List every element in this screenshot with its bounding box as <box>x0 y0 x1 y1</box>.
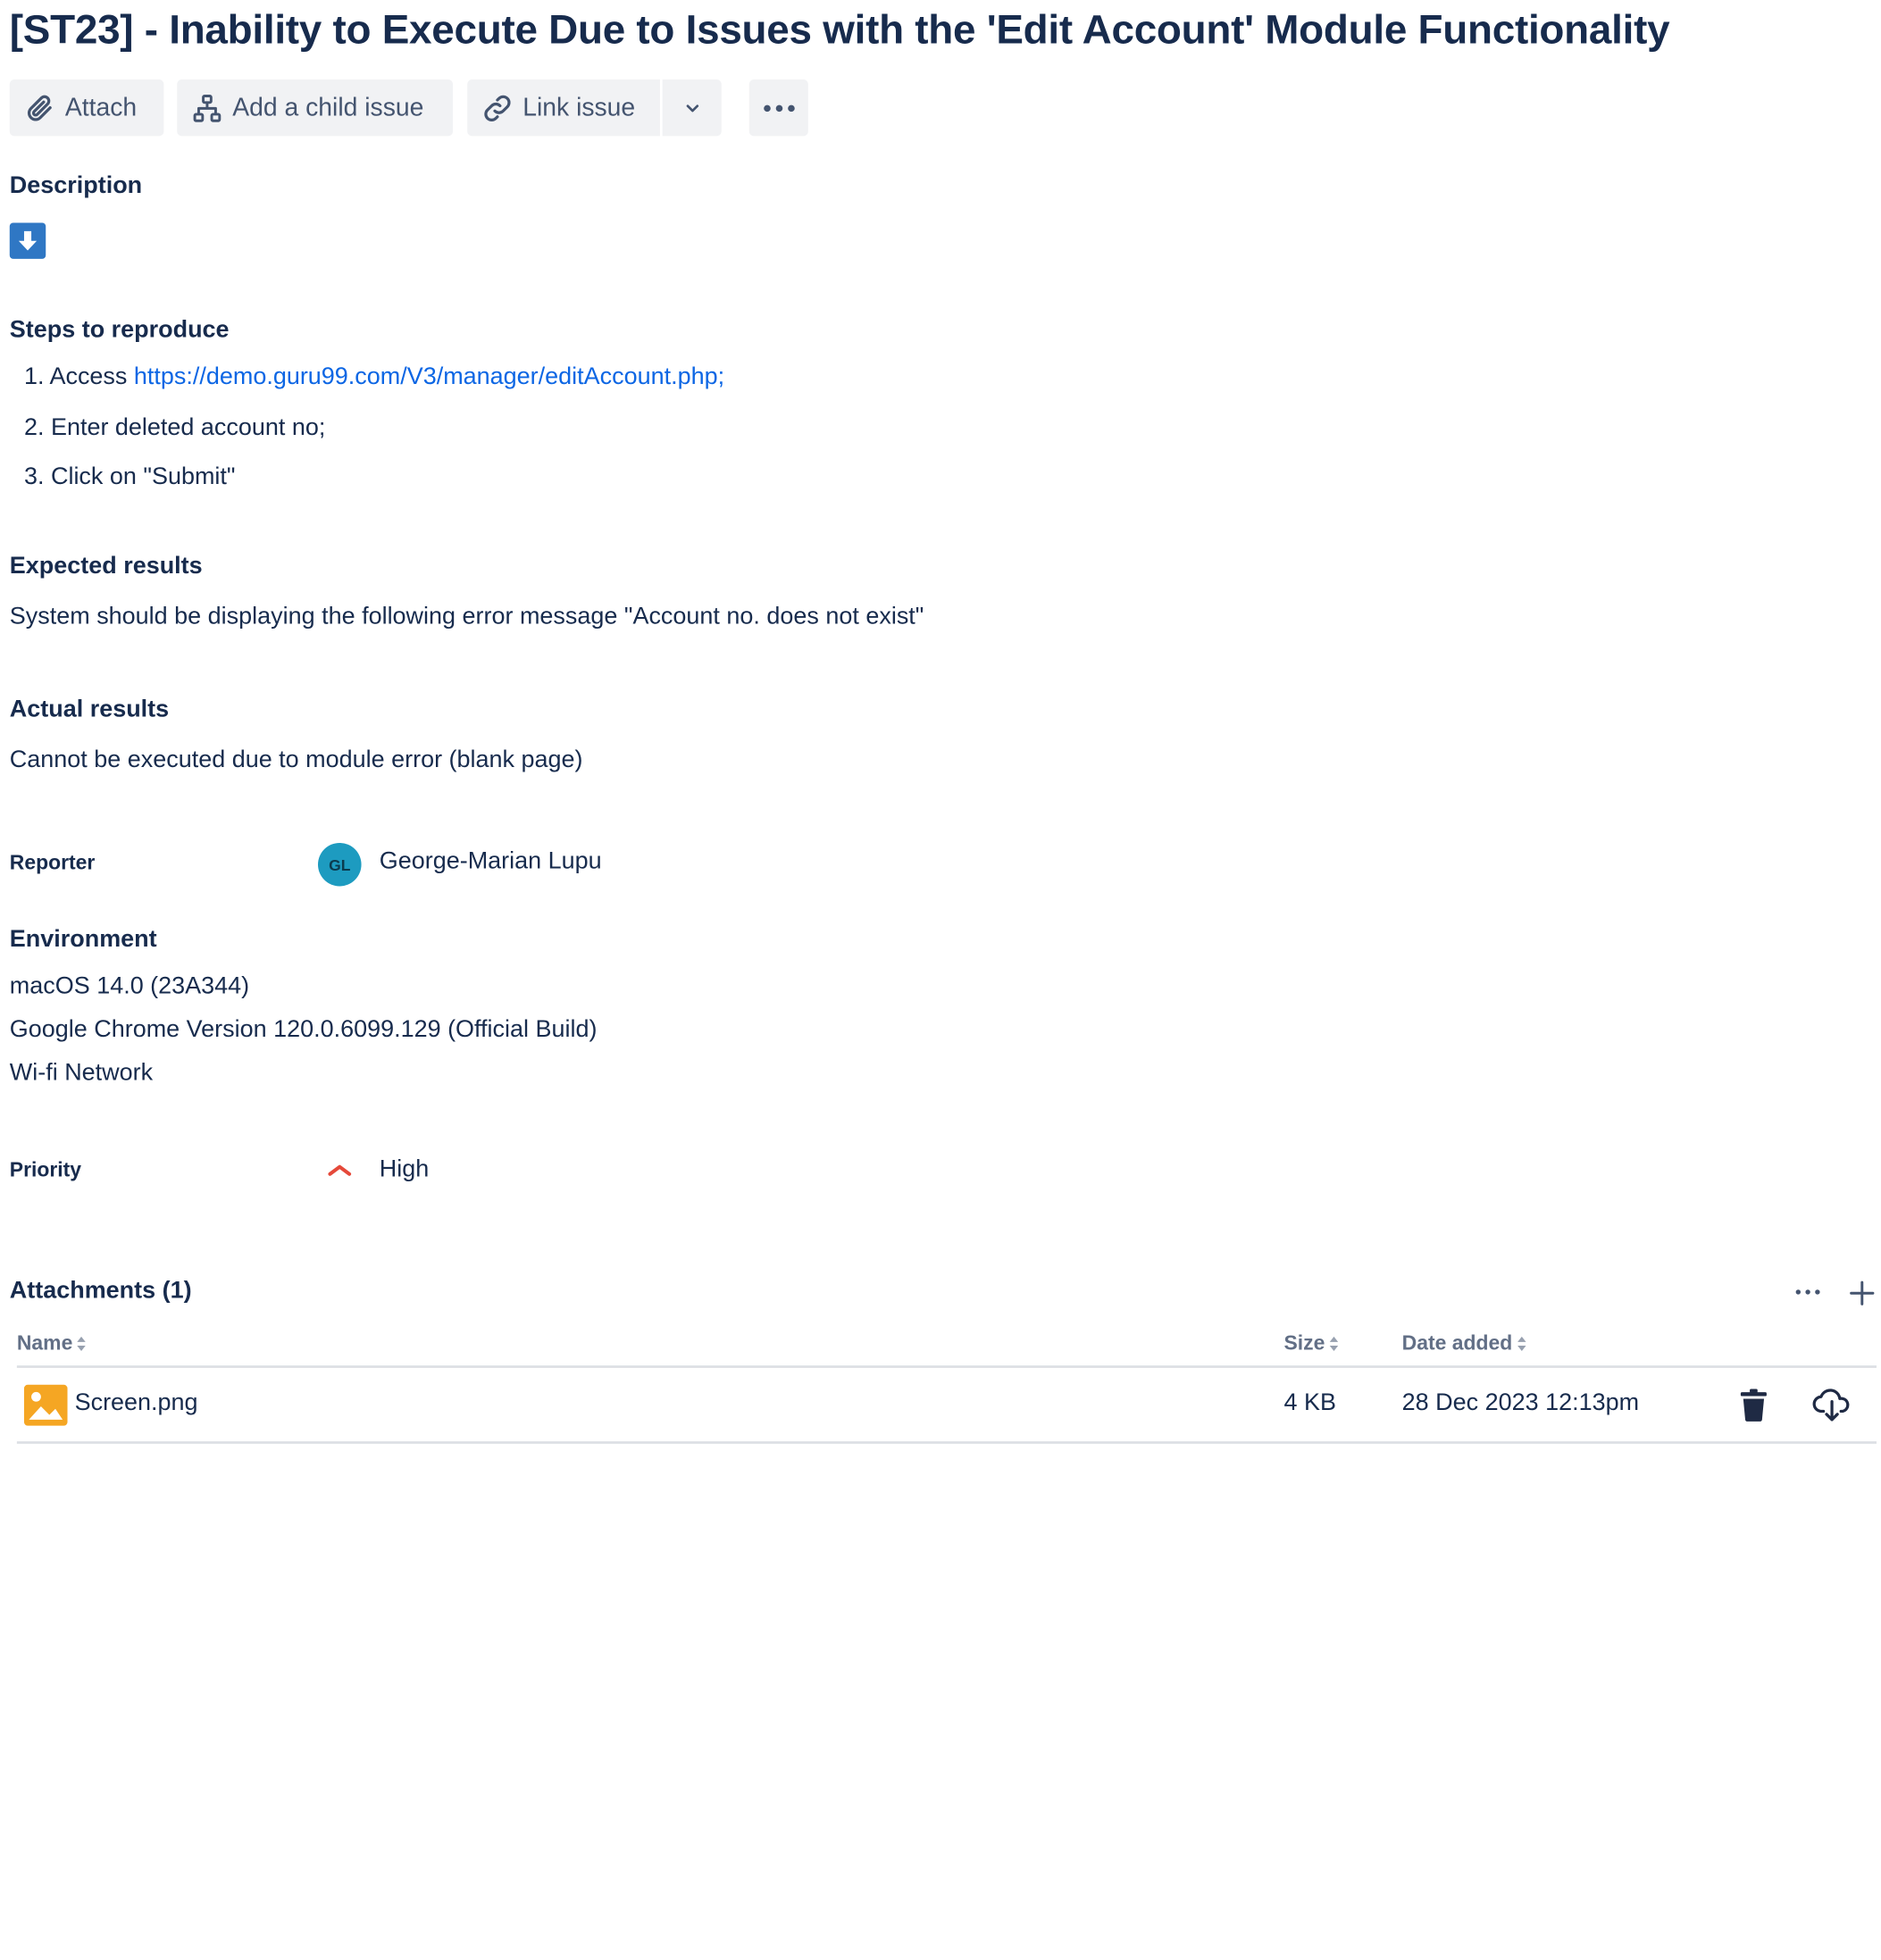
step-item: 3. Click on "Submit" <box>24 463 236 491</box>
environment-heading: Environment <box>9 925 157 953</box>
attachment-size: 4 KB <box>1283 1389 1336 1416</box>
add-child-issue-button[interactable]: Add a child issue <box>177 79 454 137</box>
chevron-down-icon <box>685 104 698 112</box>
actual-heading: Actual results <box>9 696 170 723</box>
step-number: 3. <box>23 463 45 490</box>
link-issue-button[interactable]: Link issue <box>467 79 660 137</box>
attach-label: Attach <box>64 93 138 121</box>
step-item: 2. Enter deleted account no; <box>24 414 325 442</box>
cloud-download-icon[interactable] <box>1811 1387 1852 1422</box>
link-icon <box>484 95 511 121</box>
hierarchy-icon <box>193 94 222 122</box>
step-link[interactable]: https://demo.guru99.com/V3/manager/editA… <box>134 363 724 390</box>
more-horizontal-icon[interactable] <box>1793 1285 1822 1299</box>
column-name-label: Name <box>16 1331 73 1355</box>
column-size-label: Size <box>1283 1331 1325 1355</box>
sort-icon <box>1329 1336 1339 1352</box>
attachments-heading: Attachments (1) <box>9 1277 192 1305</box>
step-number: 1. <box>23 363 45 390</box>
attachment-date: 28 Dec 2023 12:13pm <box>1401 1389 1640 1416</box>
column-header-date[interactable]: Date added <box>1402 1331 1527 1355</box>
reporter-name[interactable]: George-Marian Lupu <box>380 847 602 875</box>
attachment-name[interactable]: Screen.png <box>75 1389 198 1417</box>
step-text: Enter deleted account no; <box>50 413 326 441</box>
more-horizontal-icon <box>763 104 795 112</box>
sort-icon <box>1517 1336 1526 1352</box>
more-actions-button[interactable] <box>748 79 808 137</box>
environment-line: Google Chrome Version 120.0.6099.129 (Of… <box>9 1016 598 1043</box>
issue-page: [ST23] - Inability to Execute Due to Iss… <box>0 0 1881 1960</box>
expected-heading: Expected results <box>9 552 203 580</box>
table-header-divider <box>16 1365 1877 1368</box>
step-prefix: Access <box>49 363 134 390</box>
download-arrow-icon[interactable] <box>9 222 46 259</box>
actual-text: Cannot be executed due to module error (… <box>9 746 583 773</box>
table-row-divider <box>16 1441 1877 1444</box>
trash-icon[interactable] <box>1738 1389 1769 1422</box>
issue-view: [ST23] - Inability to Execute Due to Iss… <box>0 0 1881 1454</box>
environment-line: macOS 14.0 (23A344) <box>9 972 250 1000</box>
table-row[interactable]: Screen.png 4 KB 28 Dec 2023 12:13pm <box>17 1371 1877 1443</box>
priority-value[interactable]: High <box>380 1156 429 1184</box>
step-item: 1. Access https://demo.guru99.com/V3/man… <box>24 363 724 391</box>
reporter-label: Reporter <box>9 851 96 875</box>
priority-high-chevron-icon <box>328 1164 352 1176</box>
priority-label: Priority <box>9 1158 82 1181</box>
column-date-label: Date added <box>1401 1331 1513 1355</box>
step-number: 2. <box>23 413 45 441</box>
paperclip-icon <box>27 94 52 121</box>
sort-icon <box>77 1336 87 1352</box>
avatar[interactable]: GL <box>318 842 362 887</box>
link-issue-label: Link issue <box>522 93 636 121</box>
attach-button[interactable]: Attach <box>9 79 164 137</box>
add-child-label: Add a child issue <box>232 93 424 121</box>
expected-text: System should be displaying the followin… <box>9 603 924 630</box>
issue-title[interactable]: [ST23] - Inability to Execute Due to Iss… <box>10 7 1670 54</box>
link-issue-dropdown-button[interactable] <box>662 79 722 137</box>
step-text: Click on "Submit" <box>50 463 236 490</box>
column-header-size[interactable]: Size <box>1284 1331 1340 1355</box>
plus-icon[interactable] <box>1848 1279 1877 1307</box>
description-heading: Description <box>9 171 143 199</box>
environment-line: Wi-fi Network <box>9 1059 154 1087</box>
column-header-name[interactable]: Name <box>17 1331 88 1355</box>
steps-heading: Steps to reproduce <box>9 316 230 344</box>
image-file-icon <box>23 1384 68 1426</box>
